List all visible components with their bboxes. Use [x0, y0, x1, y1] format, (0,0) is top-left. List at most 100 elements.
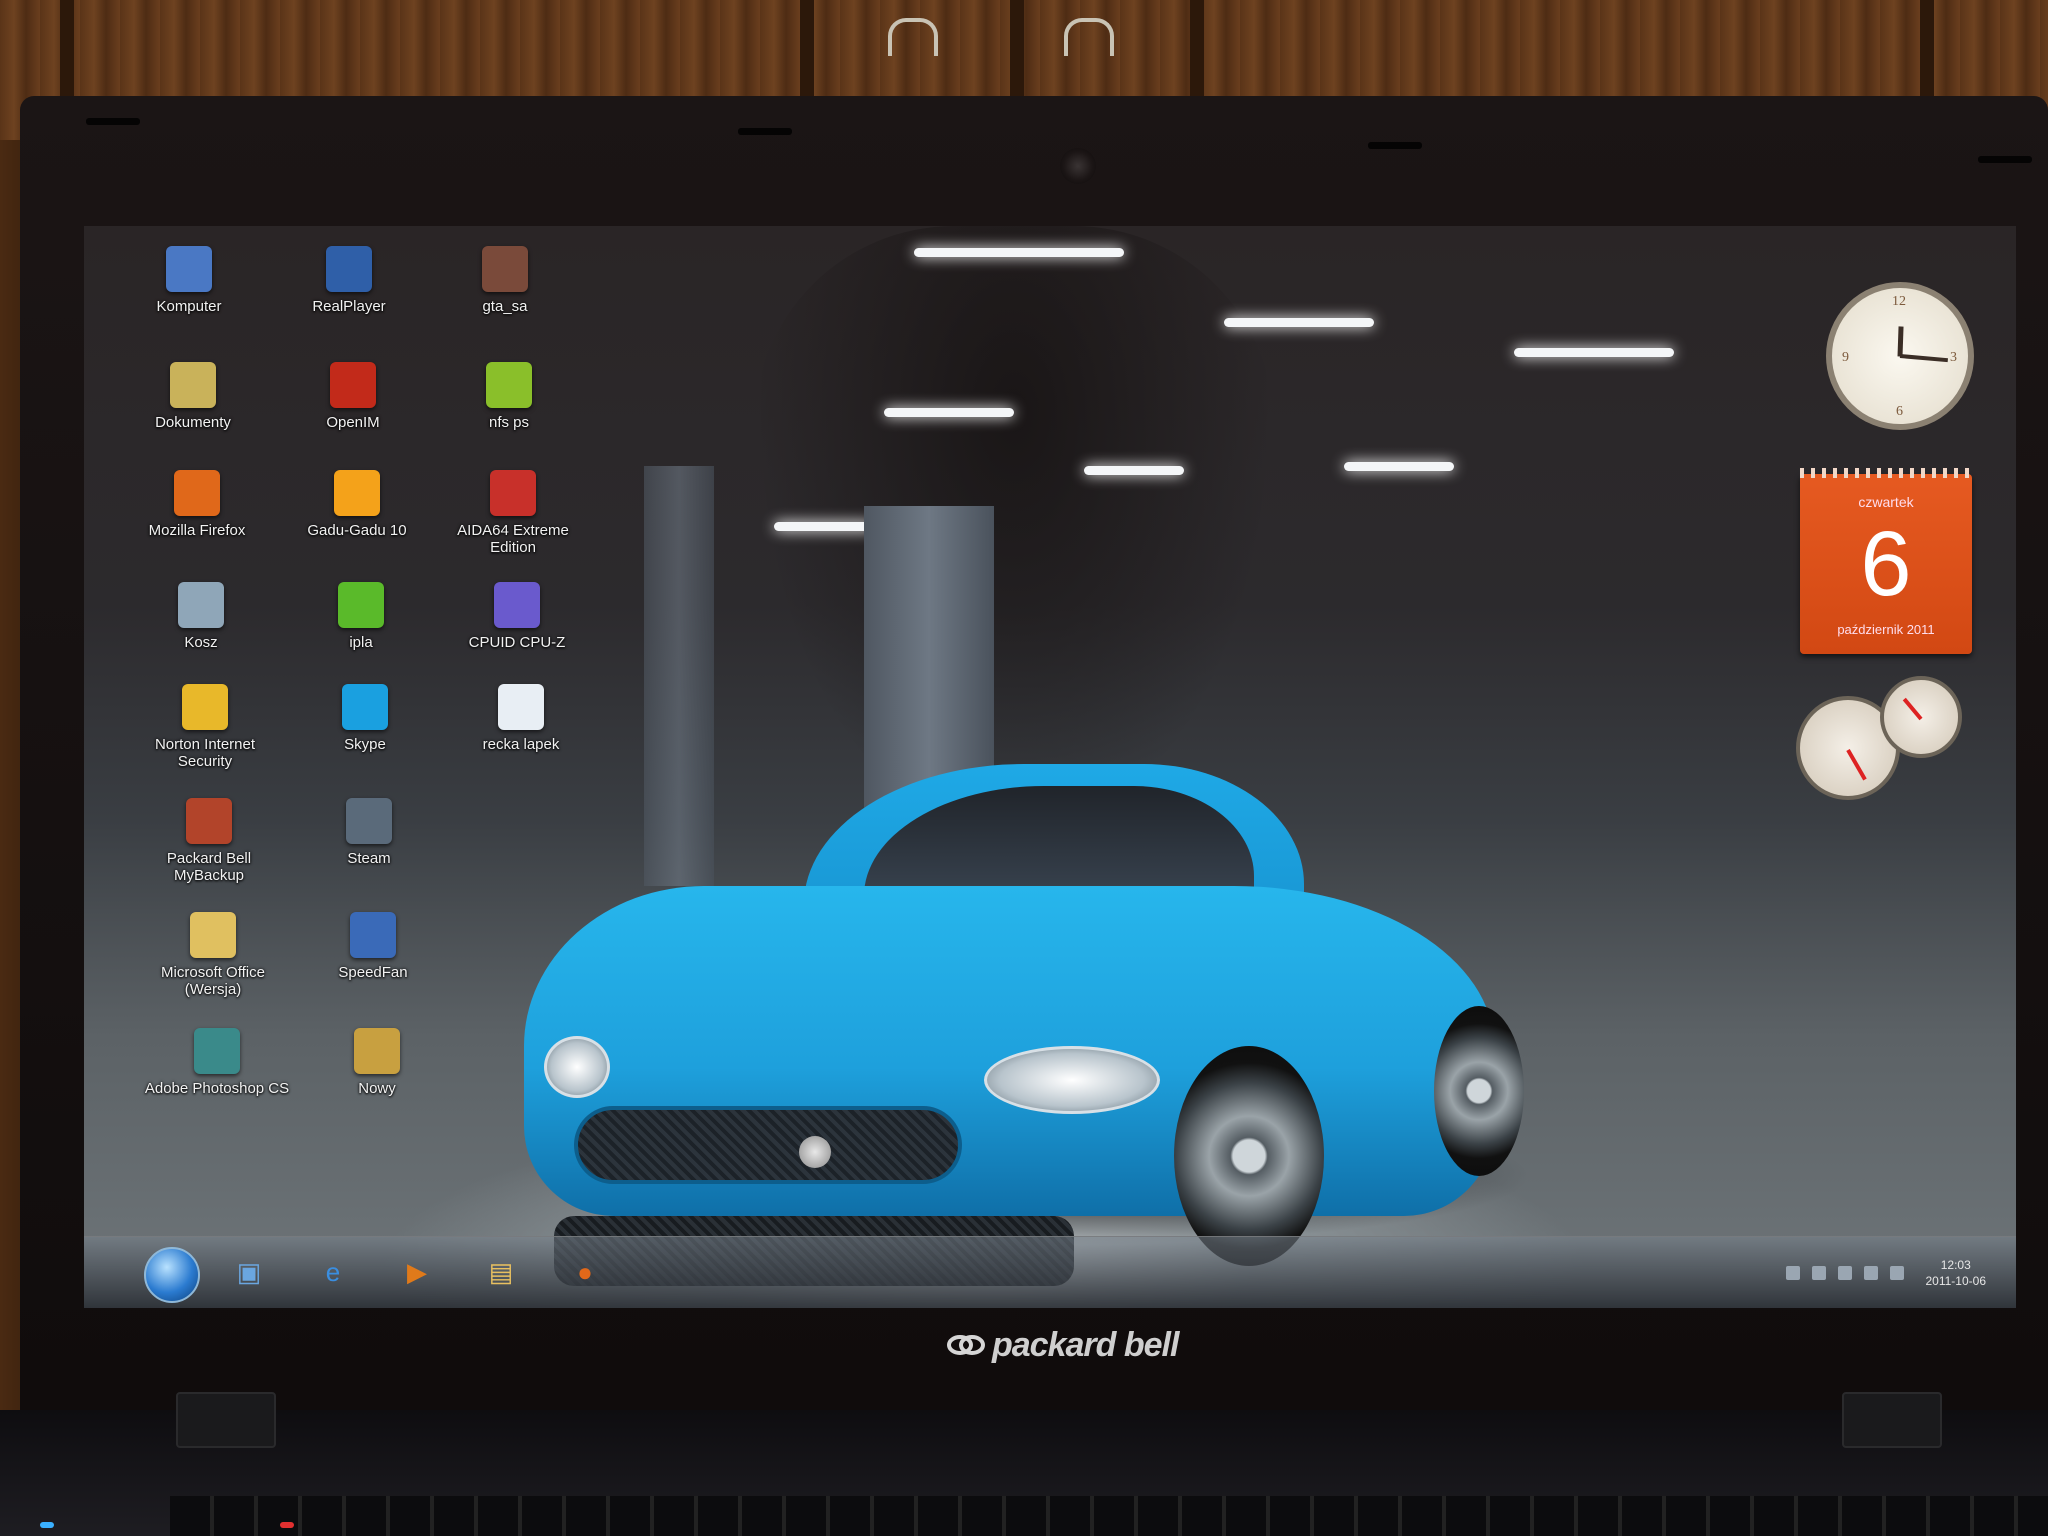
hinge-left: [176, 1392, 276, 1448]
desktop-icon-label: Skype: [344, 736, 386, 753]
document-file-icon: [498, 684, 544, 730]
recycle-bin-icon: [178, 582, 224, 628]
desktop-icon[interactable]: nfs ps: [434, 362, 584, 431]
screen-reflection: [754, 226, 1274, 846]
internet-explorer-icon[interactable]: e: [308, 1249, 358, 1295]
system-tray: 12:03 2011-10-06: [1606, 1253, 1986, 1293]
car-headlight-right: [984, 1046, 1160, 1114]
memory-needle: [1902, 697, 1923, 721]
desktop-icon-label: Adobe Photoshop CS: [144, 1080, 290, 1097]
taskbar: ▣ e ▶ ▤ ● 12:03 2011-10-06: [84, 1236, 2016, 1308]
desktop-icon-label: SpeedFan: [338, 964, 408, 981]
hinge-right: [1842, 1392, 1942, 1448]
desktop-icon[interactable]: Packard Bell MyBackup: [134, 798, 284, 884]
calendar-rings: [1800, 468, 1972, 478]
desktop-icon[interactable]: RealPlayer: [274, 246, 424, 315]
cpuz-icon: [494, 582, 540, 628]
bezel-bump: [1978, 156, 2032, 163]
nfs-icon: [486, 362, 532, 408]
realplayer-icon: [326, 246, 372, 292]
norton-icon: [182, 684, 228, 730]
tray-flag-icon[interactable]: [1889, 1266, 1904, 1280]
desktop-icon-label: Nowy: [358, 1080, 396, 1097]
taskbar-date: 2011-10-06: [1925, 1274, 1987, 1288]
speedfan-icon: [350, 912, 396, 958]
firefox-icon[interactable]: ●: [560, 1249, 610, 1295]
calendar-gadget[interactable]: czwartek 6 październik 2011: [1800, 468, 1972, 654]
desktop-icon[interactable]: Adobe Photoshop CS: [142, 1028, 292, 1097]
calendar-day-name: czwartek: [1858, 494, 1914, 510]
ceiling-light: [774, 522, 874, 531]
ceiling-light: [884, 408, 1014, 417]
memory-meter-gadget[interactable]: [1880, 676, 1962, 758]
aida64-icon: [490, 470, 536, 516]
photoshop-icon: [194, 1028, 240, 1074]
desktop-icon[interactable]: recka lapek: [446, 684, 596, 753]
new-icon: [354, 1028, 400, 1074]
ipla-icon: [338, 582, 384, 628]
mybackup-icon: [186, 798, 232, 844]
car-front-wheel: [1174, 1046, 1324, 1266]
desktop-icon[interactable]: SpeedFan: [298, 912, 448, 981]
tray-volume-icon[interactable]: [1863, 1266, 1878, 1280]
desktop-icon[interactable]: CPUID CPU-Z: [442, 582, 592, 651]
desktop-icon[interactable]: gta_sa: [430, 246, 580, 315]
skype-icon: [342, 684, 388, 730]
desktop-icon-label: nfs ps: [488, 414, 530, 431]
desktop-icon[interactable]: Norton Internet Security: [130, 684, 280, 770]
ceiling-light: [914, 248, 1124, 257]
desktop-icon-label: Microsoft Office (Wersja): [161, 964, 265, 998]
desktop-icon[interactable]: Komputer: [114, 246, 264, 315]
desktop-icon-label: recka lapek: [482, 736, 560, 753]
desktop-icon-label: ipla: [349, 634, 373, 651]
desktop-icon[interactable]: Mozilla Firefox: [122, 470, 272, 539]
desktop-icon[interactable]: ipla: [286, 582, 436, 651]
firefox-icon: [174, 470, 220, 516]
desktop-icon-label: Kosz: [184, 634, 218, 651]
bezel-bump: [86, 118, 140, 125]
desktop-icon-label: Steam: [347, 850, 391, 867]
desktop-icon[interactable]: Steam: [294, 798, 444, 867]
car-rear-wheel: [1434, 1006, 1524, 1176]
keyboard-keys: [170, 1496, 2048, 1536]
desktop-icon-label: RealPlayer: [312, 298, 386, 315]
gadu-gadu-icon: [334, 470, 380, 516]
media-player-icon[interactable]: ▶: [392, 1249, 442, 1295]
desktop-icon[interactable]: Kosz: [126, 582, 276, 651]
clock-gadget[interactable]: 12 3 6 9: [1826, 282, 1974, 430]
calendar-month-year: październik 2011: [1837, 622, 1935, 637]
bezel-bump: [1368, 142, 1422, 149]
folder-icon[interactable]: ▤: [476, 1249, 526, 1295]
clock-hour-hand: [1897, 326, 1904, 357]
start-button[interactable]: [144, 1247, 200, 1303]
desktop-icon[interactable]: AIDA64 Extreme Edition: [438, 470, 588, 556]
brand-name: packard bell: [992, 1326, 1179, 1364]
ceiling-light: [1514, 348, 1674, 357]
computer-icon: [166, 246, 212, 292]
tray-app-icon[interactable]: [1811, 1266, 1826, 1280]
clock-minute-hand: [1899, 354, 1948, 363]
desktop-icon-label: AIDA64 Extreme Edition: [457, 522, 569, 556]
explorer-icon[interactable]: ▣: [224, 1249, 274, 1295]
desktop-icon[interactable]: Dokumenty: [118, 362, 268, 431]
taskbar-time: 12:03: [1940, 1258, 1971, 1272]
desktop-icon-label: Komputer: [156, 298, 222, 315]
packard-bell-logo-icon: [947, 1335, 985, 1355]
power-led: [40, 1522, 54, 1528]
bezel-bump: [738, 128, 792, 135]
cabinet-handle: [888, 18, 938, 56]
tray-arrow-icon[interactable]: [1785, 1266, 1800, 1280]
tray-network-icon[interactable]: [1837, 1266, 1852, 1280]
desktop-icon[interactable]: Microsoft Office (Wersja): [138, 912, 288, 998]
desktop-icon[interactable]: OpenIM: [278, 362, 428, 431]
desktop-icon[interactable]: Gadu-Gadu 10: [282, 470, 432, 539]
openim-icon: [330, 362, 376, 408]
car-grille: [574, 1106, 962, 1184]
desktop-icon[interactable]: Nowy: [302, 1028, 452, 1097]
taskbar-clock[interactable]: 12:03 2011-10-06: [1926, 1257, 1987, 1289]
desktop-icon[interactable]: Skype: [290, 684, 440, 753]
documents-icon: [170, 362, 216, 408]
desktop-icon-label: gta_sa: [482, 298, 528, 315]
desktop-screen: Komputer Dokumenty Mozilla Firefox Kosz Nort…: [84, 226, 2016, 1308]
car-badge: [799, 1136, 831, 1168]
